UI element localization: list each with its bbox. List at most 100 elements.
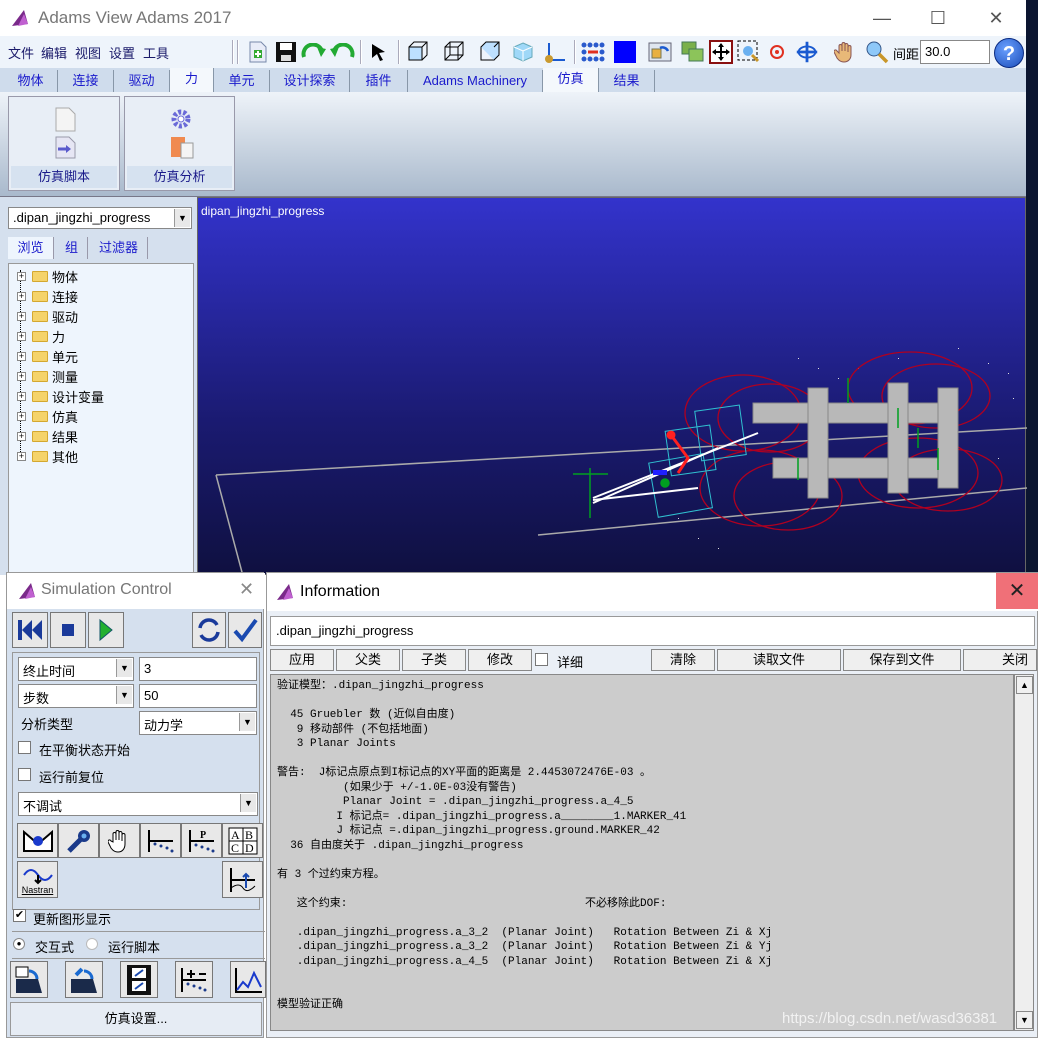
tree-item-simulations[interactable]: + 仿真 [17,406,78,426]
expand-icon[interactable]: + [17,271,26,281]
expand-icon[interactable]: + [17,351,26,361]
tree-item-bodies[interactable]: + 物体 [17,266,78,286]
chevron-down-icon[interactable]: ▼ [174,209,190,227]
render-mode-icon[interactable] [648,39,674,65]
modify-button[interactable]: 修改 [468,649,532,671]
maximize-button[interactable]: ☐ [918,6,958,30]
tree-item-design-variables[interactable]: + 设计变量 [17,386,104,406]
plot-tracking-button[interactable] [140,823,181,858]
run-script-radio[interactable] [86,938,98,950]
measure-plot-button[interactable] [222,861,263,898]
scroll-up-icon[interactable]: ▲ [1016,676,1033,694]
tab-simulation[interactable]: 仿真 [543,68,599,92]
wrench-button[interactable] [58,823,99,858]
analysis-type-select[interactable]: 动力学 ▼ [139,711,257,735]
children-button[interactable]: 子类 [402,649,466,671]
scroll-down-icon[interactable]: ▼ [1016,1011,1033,1029]
coordinate-axes-icon[interactable] [542,39,568,65]
apply-button[interactable]: 应用 [270,649,334,671]
info-object-field[interactable]: .dipan_jingzhi_progress [270,616,1035,646]
pan-hand-icon[interactable] [832,39,858,65]
expand-icon[interactable]: + [17,451,26,461]
save-to-file-button[interactable]: 保存到文件 [843,649,961,671]
tree-item-elements[interactable]: + 单元 [17,346,78,366]
play-button[interactable] [88,612,124,648]
tab-design-exploration[interactable]: 设计探索 [270,70,350,92]
redo-icon[interactable] [301,39,327,65]
expand-icon[interactable]: + [17,291,26,301]
tab-elements[interactable]: 单元 [214,70,270,92]
new-model-icon[interactable] [245,39,271,65]
browser-tab-filters[interactable]: 过滤器 [90,237,148,259]
zoom-box-icon[interactable] [736,39,762,65]
simulation-settings-button[interactable]: 仿真设置... [10,1002,262,1036]
simulation-script-button[interactable]: 仿真脚本 [8,96,120,191]
chevron-down-icon[interactable]: ▼ [240,794,256,812]
expand-icon[interactable]: + [17,311,26,321]
tab-results[interactable]: 结果 [599,70,655,92]
animation-button[interactable] [120,961,158,998]
menu-edit[interactable]: 编辑 [41,43,67,62]
parent-button[interactable]: 父类 [336,649,400,671]
menu-settings[interactable]: 设置 [109,43,135,62]
expand-icon[interactable]: + [17,411,26,421]
select-arrow-icon[interactable] [366,39,392,65]
plot-p-button[interactable]: P [181,823,222,858]
tab-motions[interactable]: 驱动 [114,70,170,92]
end-time-input[interactable]: 3 [139,657,257,681]
tab-forces[interactable]: 力 [170,68,214,92]
undo-icon[interactable] [329,39,355,65]
plot-add-button[interactable] [175,961,213,998]
rotate-icon[interactable] [794,39,820,65]
static-equilibrium-button[interactable] [17,823,58,858]
menu-file[interactable]: 文件 [8,43,34,62]
update-graphics-checkbox[interactable]: ✔ [13,909,26,922]
stop-button[interactable] [50,612,86,648]
expand-icon[interactable]: + [17,371,26,381]
steps-input[interactable]: 50 [139,684,257,708]
save-animation-button[interactable] [10,961,48,998]
reset-button[interactable] [192,612,226,648]
verify-button[interactable] [228,612,262,648]
browser-tab-groups[interactable]: 组 [56,237,88,259]
tab-adams-machinery[interactable]: Adams Machinery [408,70,543,92]
nastran-button[interactable]: Nastran [17,861,58,898]
info-close-button[interactable]: ✕ [996,573,1038,609]
chevron-down-icon[interactable]: ▼ [239,713,255,731]
tab-plugins[interactable]: 插件 [350,70,408,92]
tree-item-measures[interactable]: + 测量 [17,366,78,386]
steps-mode-select[interactable]: 步数 ▼ [18,684,134,708]
interactive-hand-button[interactable] [99,823,140,858]
close-info-button[interactable]: 关闭 [963,649,1037,671]
view-front-icon[interactable] [406,39,432,65]
tree-item-connectors[interactable]: + 连接 [17,286,78,306]
3d-viewport[interactable]: dipan_jingzhi_progress [197,197,1027,576]
open-results-button[interactable] [65,961,103,998]
end-mode-select[interactable]: 终止时间 ▼ [18,657,134,681]
view-wireframe-icon[interactable] [442,39,468,65]
target-icon[interactable] [764,39,790,65]
chevron-down-icon[interactable]: ▼ [116,659,132,677]
expand-icon[interactable]: + [17,331,26,341]
chevron-down-icon[interactable]: ▼ [116,686,132,704]
start-at-equilibrium-checkbox[interactable] [18,741,31,754]
browser-tab-browse[interactable]: 浏览 [8,237,54,259]
tree-item-other[interactable]: + 其他 [17,446,78,466]
read-file-button[interactable]: 读取文件 [717,649,841,671]
spacing-input[interactable]: 30.0 [920,40,990,64]
simulation-analysis-button[interactable]: 仿真分析 [124,96,235,191]
info-scrollbar[interactable]: ▲ ▼ [1014,674,1034,1031]
abcd-table-button[interactable]: ABCD [222,823,263,858]
tab-bodies[interactable]: 物体 [4,70,58,92]
save-icon[interactable] [273,39,299,65]
shaded-cube-icon[interactable] [510,39,536,65]
verbose-checkbox[interactable] [535,653,548,666]
grid-dots-icon[interactable] [580,39,606,65]
debug-select[interactable]: 不调试 ▼ [18,792,258,816]
menu-tools[interactable]: 工具 [143,43,169,62]
view-iso-icon[interactable] [478,39,504,65]
tree-item-motions[interactable]: + 驱动 [17,306,78,326]
model-selector[interactable]: .dipan_jingzhi_progress ▼ [8,207,192,229]
sim-control-close-button[interactable]: ✕ [239,579,254,600]
rewind-button[interactable] [12,612,48,648]
